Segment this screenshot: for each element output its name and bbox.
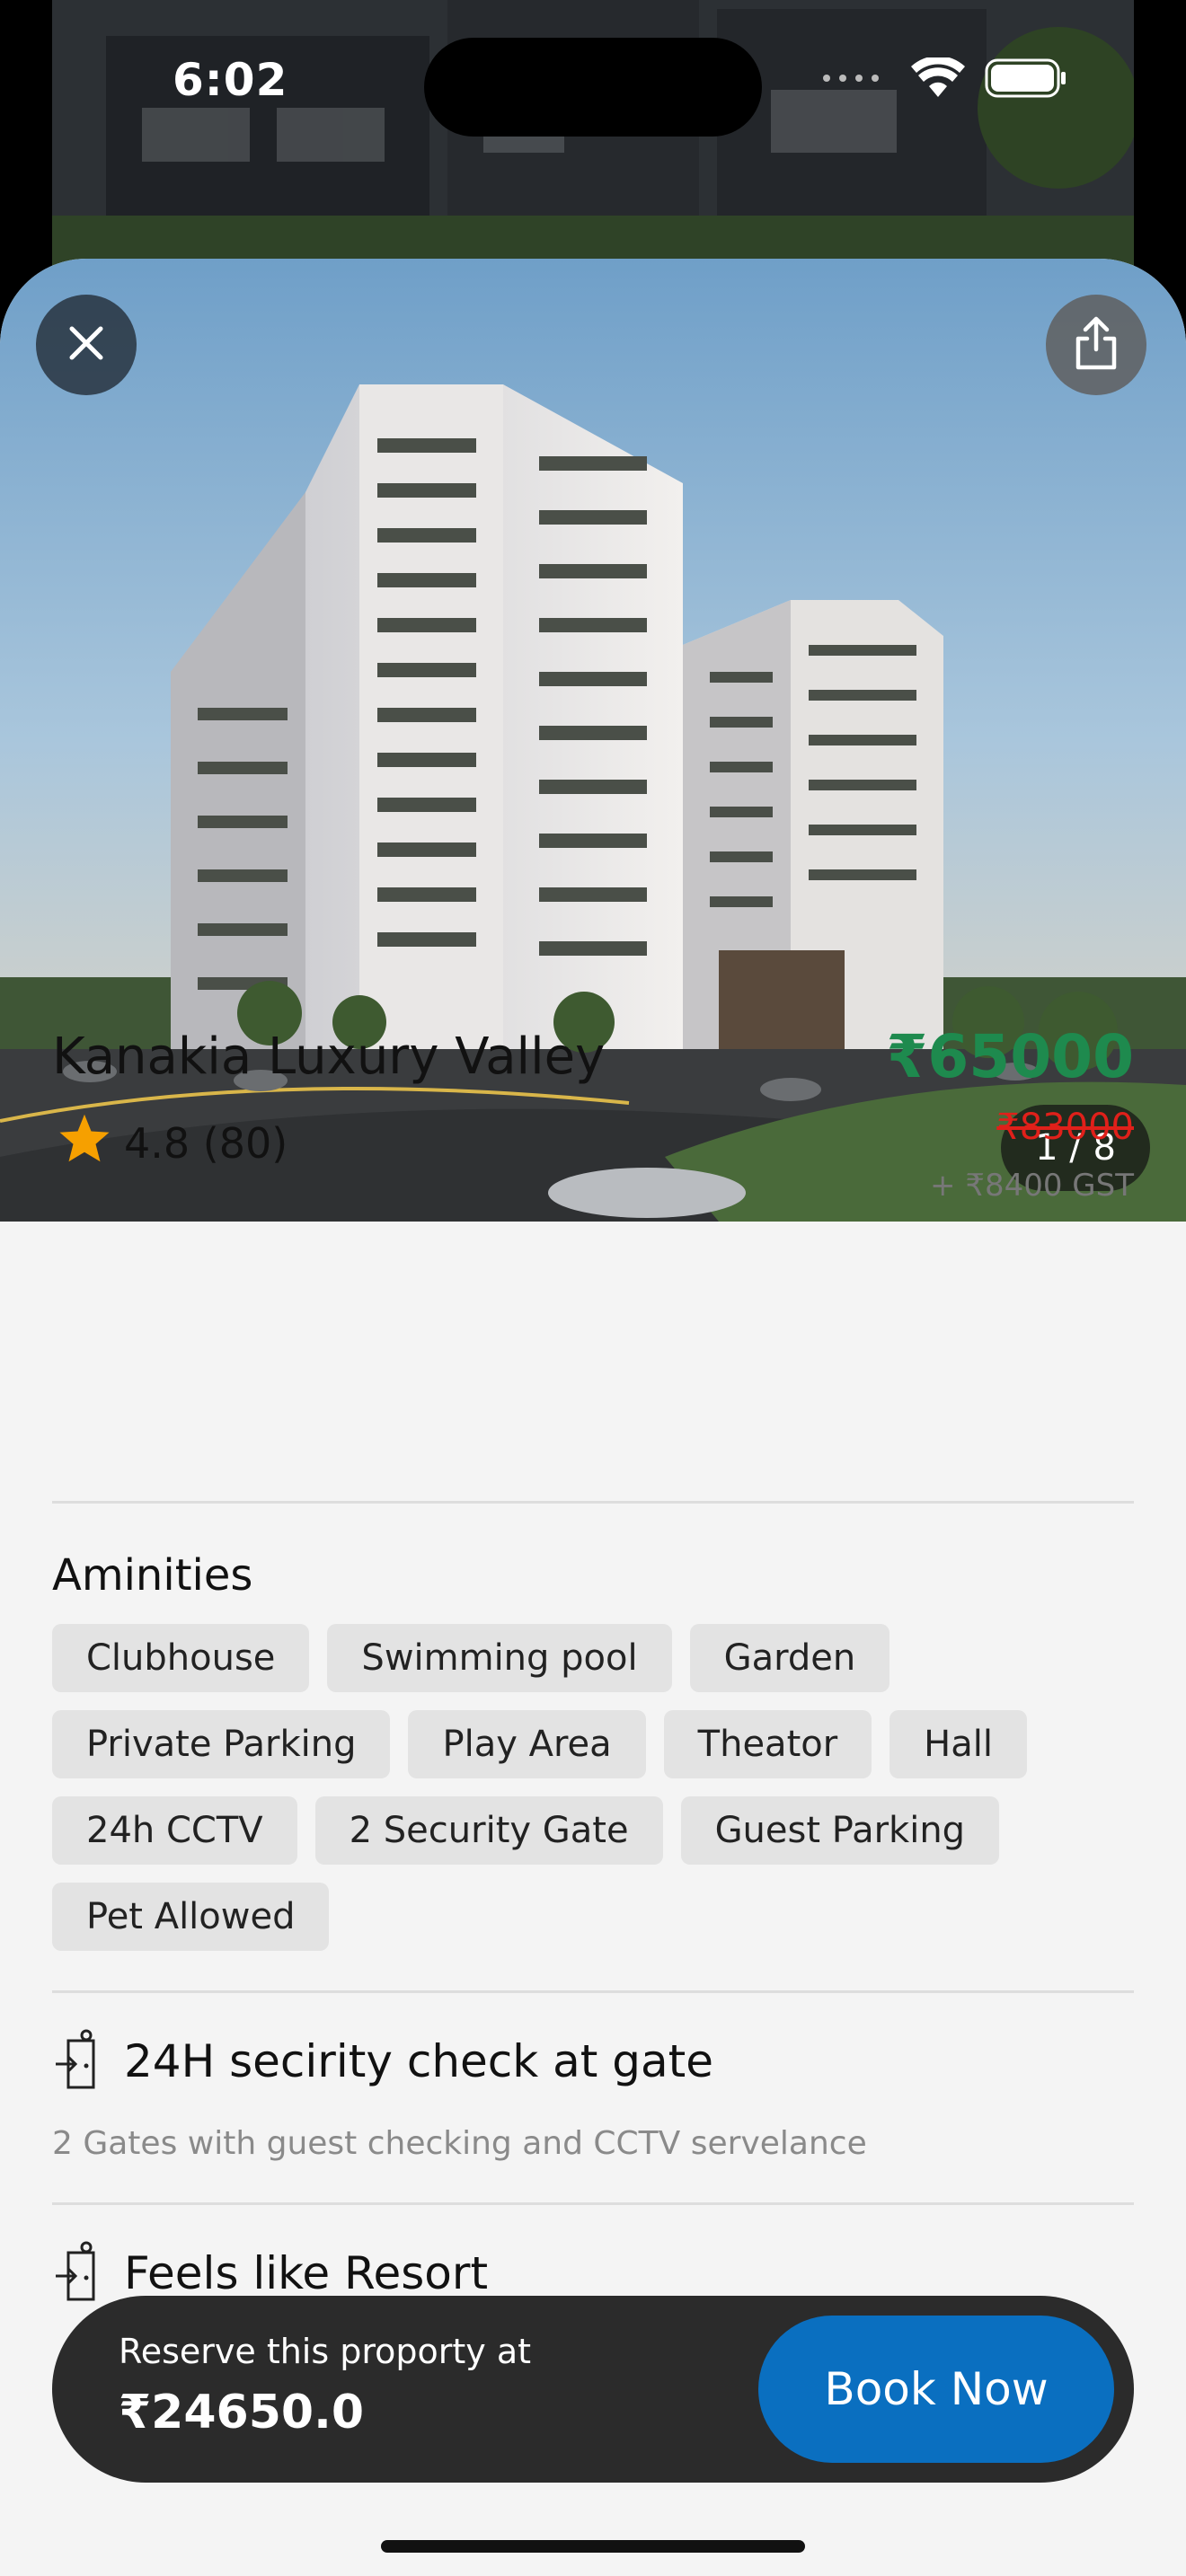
status-bar: 6:02 [0,0,1186,171]
signal-icon [819,69,891,91]
status-time: 6:02 [173,54,288,106]
close-icon [66,323,106,366]
book-now-button[interactable]: Book Now [758,2316,1114,2463]
booking-bar: Reserve this proporty at ₹24650.0 Book N… [52,2296,1134,2483]
property-photo[interactable] [0,259,1186,1222]
share-icon [1071,315,1121,375]
dynamic-island [424,38,762,137]
property-detail-sheet: 1 / 8 [0,259,1186,2576]
home-indicator[interactable] [381,2540,805,2553]
share-button[interactable] [1046,295,1146,395]
battery-icon [985,58,1067,101]
booking-amount: ₹24650.0 [119,2386,365,2439]
wifi-icon [911,56,965,102]
close-button[interactable] [36,295,137,395]
photo-counter: 1 / 8 [1001,1105,1150,1191]
status-icons [819,56,1067,102]
booking-label: Reserve this proporty at [119,2332,532,2371]
